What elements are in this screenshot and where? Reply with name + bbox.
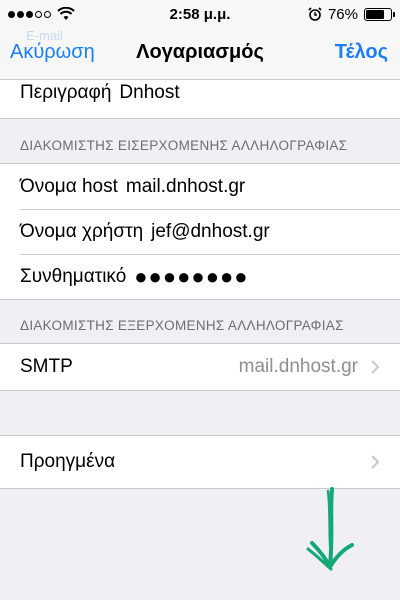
host-name-cell[interactable]: Όνομα host mail.dnhost.gr <box>0 164 400 210</box>
description-cell[interactable]: Περιγραφή Dnhost <box>0 80 400 118</box>
description-label: Περιγραφή <box>20 82 112 103</box>
description-input[interactable]: Dnhost <box>119 82 179 104</box>
password-cell[interactable]: Συνθηματικό ●●●●●●●● <box>0 254 400 300</box>
status-right: 76% <box>308 5 395 23</box>
smtp-value: mail.dnhost.gr <box>238 356 358 378</box>
incoming-server-group: Όνομα host mail.dnhost.gr Όνομα χρήστη j… <box>0 163 400 301</box>
user-name-label: Όνομα χρήστη <box>20 220 144 242</box>
chevron-right-icon <box>371 455 380 470</box>
advanced-cell[interactable]: Προηγμένα <box>0 436 400 489</box>
host-name-input[interactable]: mail.dnhost.gr <box>126 176 245 198</box>
password-input[interactable]: ●●●●●●●● <box>134 264 248 290</box>
incoming-server-header: ΔΙΑΚΟΜΙΣΤΗΣ ΕΙΣΕΡΧΟΜΕΝΗΣ ΑΛΛΗΛΟΓΡΑΦΙΑΣ <box>20 138 348 153</box>
battery-icon <box>364 7 395 21</box>
battery-percentage: 76% <box>327 5 358 23</box>
chevron-right-icon <box>371 360 380 375</box>
done-button[interactable]: Τέλος <box>335 41 388 64</box>
signal-strength-icon <box>8 10 51 18</box>
alarm-clock-icon <box>308 7 322 21</box>
password-label: Συνθηματικό <box>20 265 127 287</box>
description-group: Περιγραφή Dnhost <box>0 80 400 119</box>
outgoing-server-header: ΔΙΑΚΟΜΙΣΤΗΣ ΕΞΕΡΧΟΜΕΝΗΣ ΑΛΛΗΛΟΓΡΑΦΙΑΣ <box>20 318 344 334</box>
advanced-group: Προηγμένα <box>0 435 400 490</box>
status-left <box>8 7 75 21</box>
settings-content: Περιγραφή Dnhost ΔΙΑΚΟΜΙΣΤΗΣ ΕΙΣΕΡΧΟΜΕΝΗ… <box>0 80 400 514</box>
host-name-label: Όνομα host <box>20 175 118 197</box>
advanced-label: Προηγμένα <box>20 451 116 473</box>
status-bar: 2:58 μ.μ. 76% <box>0 0 400 28</box>
user-name-cell[interactable]: Όνομα χρήστη jef@dnhost.gr <box>0 209 400 255</box>
hand-drawn-arrow-icon <box>306 487 354 571</box>
smtp-cell[interactable]: SMTP mail.dnhost.gr <box>0 344 400 391</box>
navigation-bar: E-mail Ακύρωση Λογαριασμός Τέλος <box>0 28 400 80</box>
outgoing-server-group: SMTP mail.dnhost.gr <box>0 343 400 392</box>
user-name-input[interactable]: jef@dnhost.gr <box>151 221 270 243</box>
wifi-icon <box>57 7 75 20</box>
smtp-label: SMTP <box>20 356 73 378</box>
